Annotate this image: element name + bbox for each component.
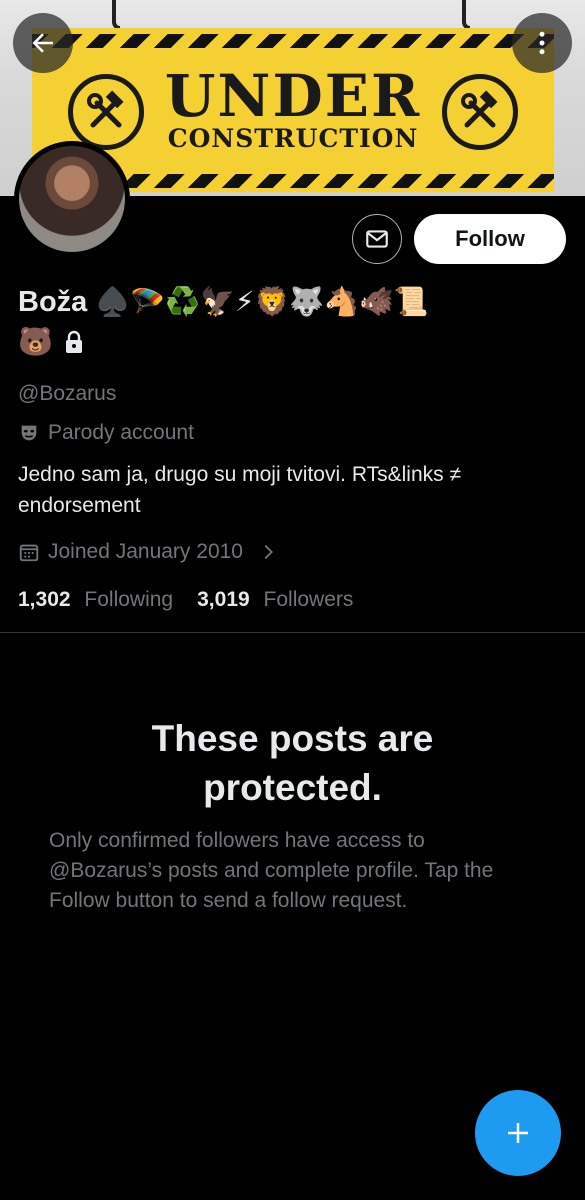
user-handle: @Bozarus <box>18 382 117 405</box>
profile-bio: Jedno sam ja, drugo su moji tvitovi. RTs… <box>18 463 461 517</box>
more-vertical-icon <box>539 31 545 55</box>
display-name-text: Boža <box>18 286 88 318</box>
sign-hook-left <box>112 0 120 30</box>
parody-label: Parody account <box>18 421 194 445</box>
following-count: 1,302 <box>18 588 71 611</box>
followers-count: 3,019 <box>197 588 250 611</box>
compose-button[interactable] <box>475 1090 561 1176</box>
follow-stats: 1,302 Following 3,019 Followers <box>18 588 353 612</box>
message-button[interactable] <box>352 214 402 264</box>
followers-count-link[interactable]: 3,019 Followers <box>197 588 353 612</box>
display-name-line2: 🐻 <box>18 325 85 358</box>
sign-hook-right <box>462 0 470 30</box>
display-name-emojis: ♠️🪂♻️🦅⚡🦁🐺🐴🐗📜 <box>95 286 429 317</box>
followers-label: Followers <box>263 588 354 611</box>
parody-label-text: Parody account <box>48 421 194 444</box>
avatar-image <box>19 146 125 252</box>
follow-button[interactable]: Follow <box>414 214 566 264</box>
avatar[interactable] <box>14 141 130 257</box>
joined-date-text: Joined January 2010 <box>48 540 243 563</box>
more-options-button[interactable] <box>512 13 572 73</box>
plus-icon <box>508 1123 528 1143</box>
arrow-left-icon <box>32 33 53 53</box>
protected-title: These posts are protected. <box>151 718 434 808</box>
protected-description: Only confirmed followers have access to … <box>49 829 494 912</box>
joined-date[interactable]: Joined January 2010 <box>18 540 279 564</box>
chevron-right-icon <box>264 544 273 560</box>
tools-icon <box>442 74 518 150</box>
display-name: Boža ♠️🪂♻️🦅⚡🦁🐺🐴🐗📜 <box>18 282 568 322</box>
hazard-stripe-top <box>32 34 554 48</box>
section-divider <box>0 632 585 633</box>
mask-icon <box>21 425 37 441</box>
display-name-emoji-bear: 🐻 <box>18 326 53 357</box>
calendar-icon <box>19 544 39 562</box>
following-count-link[interactable]: 1,302 Following <box>18 588 173 612</box>
back-button[interactable] <box>13 13 73 73</box>
following-label: Following <box>84 588 174 611</box>
lock-icon <box>63 329 85 355</box>
mail-icon <box>366 230 388 248</box>
